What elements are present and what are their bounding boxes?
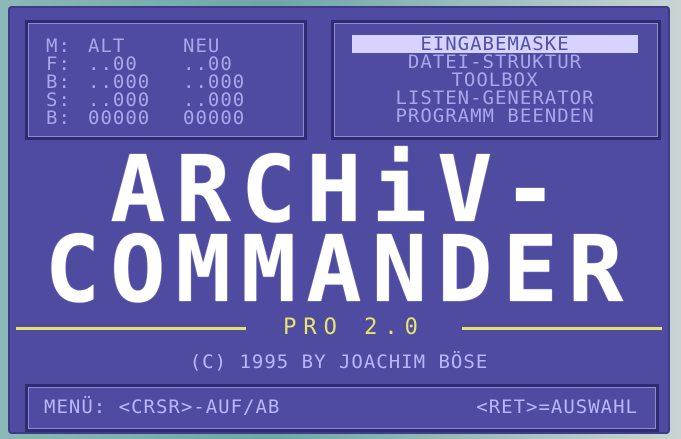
version-divider-right: [462, 327, 662, 330]
status-grid: M: ALT NEU F: ..00 ..00 B: ..000 ..000 S…: [46, 37, 278, 129]
selection-hint: <RET>=AUSWAHL: [476, 396, 638, 418]
copyright-text: (C) 1995 BY JOACHIM BÖSE: [189, 351, 489, 373]
retro-screen: M: ALT NEU F: ..00 ..00 B: ..000 ..000 S…: [8, 6, 670, 434]
status-panel: M: ALT NEU F: ..00 ..00 B: ..000 ..000 S…: [25, 20, 307, 140]
status-row-alt: 00000: [88, 107, 151, 129]
version-row: PRO 2.0: [16, 316, 662, 340]
menu-navigation-hint: MENÜ: <CRSR>-AUF/AB: [44, 396, 281, 418]
help-bar: MENÜ: <CRSR>-AUF/AB <RET>=AUSWAHL: [25, 384, 659, 432]
status-row-label: B:: [46, 107, 71, 129]
main-menu: EINGABEMASKE DATEI-STRUKTUR TOOLBOX LIST…: [331, 20, 661, 140]
status-row-neu: 00000: [183, 107, 246, 129]
menu-item-programm-beenden[interactable]: PROGRAMM BEENDEN: [352, 107, 638, 126]
version-divider-left: [16, 327, 246, 330]
app-title-line-2: COMMANDER: [44, 216, 634, 323]
menu-list: EINGABEMASKE DATEI-STRUKTUR TOOLBOX LIST…: [352, 35, 638, 126]
version-label: PRO 2.0: [283, 315, 425, 340]
